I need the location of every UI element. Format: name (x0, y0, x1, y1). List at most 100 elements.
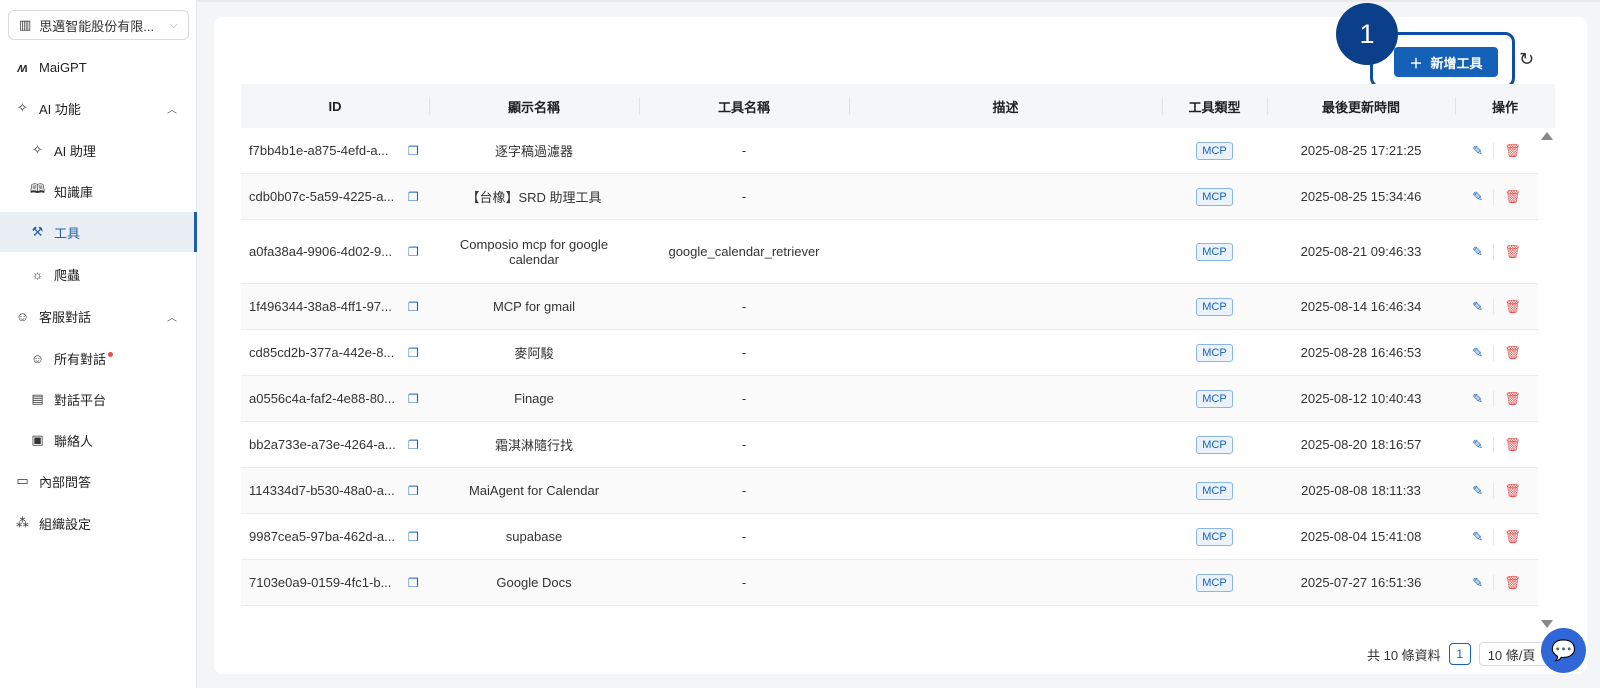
copy-icon[interactable]: ❐ (408, 144, 419, 158)
copy-icon[interactable]: ❐ (408, 190, 419, 204)
cell-description (849, 514, 1162, 559)
edit-icon[interactable]: ✎ (1462, 244, 1493, 260)
qa-icon: ▭ (16, 473, 29, 488)
copy-icon[interactable]: ❐ (408, 346, 419, 360)
nav-ai-assistant[interactable]: ✧ AI 助理 (0, 130, 197, 170)
copy-icon[interactable]: ❐ (408, 576, 419, 590)
nav-internal-qa[interactable]: ▭ 內部問答 (0, 461, 197, 501)
tool-type-badge: MCP (1196, 481, 1233, 500)
org-name: 思邁智能股份有限... (39, 18, 155, 34)
cell-description (849, 560, 1162, 605)
updated-time: 2025-08-04 15:41:08 (1300, 529, 1422, 544)
updated-time: 2025-08-12 10:40:43 (1300, 391, 1422, 406)
trash-icon[interactable]: 🗑 (1493, 344, 1531, 361)
total-count: 共 10 條資料 (1367, 647, 1441, 663)
tool-id: 7103e0a9-0159-4fc1-b... (249, 575, 392, 590)
table-row: 7103e0a9-0159-4fc1-b... ❐ Google Docs - MCP 2… (241, 560, 1538, 606)
sidebar: ▥ 思邁智能股份有限... ⌵ ʍ MaiGPT ✧ AI 功能 ︿ ✧ AI … (0, 0, 197, 688)
trash-icon[interactable]: 🗑 (1493, 298, 1531, 315)
trash-icon[interactable]: 🗑 (1493, 390, 1531, 407)
trash-icon[interactable]: 🗑 (1493, 188, 1531, 205)
cell-updated-time: 2025-08-20 18:16:57 (1267, 422, 1455, 467)
cell-tool-type: MCP (1162, 514, 1267, 559)
copy-icon[interactable]: ❐ (408, 438, 419, 452)
nav-tools[interactable]: ⚒ 工具 (0, 212, 197, 252)
edit-icon[interactable]: ✎ (1462, 437, 1493, 453)
updated-time: 2025-08-28 16:46:53 (1300, 345, 1422, 360)
cell-description (849, 220, 1162, 283)
nav-crawler[interactable]: ☼ 爬蟲 (0, 254, 197, 294)
nav-knowledge-base[interactable]: 🕮 知識庫 (0, 171, 197, 211)
org-select[interactable]: ▥ 思邁智能股份有限... ⌵ (8, 10, 189, 40)
display-name: 逐字稿過濾器 (494, 144, 573, 159)
nav-org-settings[interactable]: ⁂ 組織設定 (0, 503, 197, 543)
page-number-button[interactable]: 1 (1448, 643, 1471, 665)
cell-updated-time: 2025-08-14 16:46:34 (1267, 284, 1455, 329)
cell-actions: ✎ 🗑 (1455, 330, 1538, 375)
updated-time: 2025-08-21 09:46:33 (1300, 244, 1422, 259)
display-name: 麥阿駿 (514, 346, 554, 361)
edit-icon[interactable]: ✎ (1462, 391, 1493, 407)
edit-icon[interactable]: ✎ (1462, 483, 1493, 499)
tool-type-badge: MCP (1196, 527, 1233, 546)
edit-icon[interactable]: ✎ (1462, 143, 1493, 159)
cell-display-name: Google Docs (429, 560, 639, 605)
chat-support-button[interactable]: 💬 (1541, 628, 1586, 673)
copy-icon[interactable]: ❐ (408, 392, 419, 406)
chevron-down-icon: ⌵ (169, 18, 178, 31)
cell-tool-name: - (639, 514, 849, 559)
cell-id: 9987cea5-97ba-462d-a... ❐ (241, 514, 429, 559)
cell-tool-type: MCP (1162, 560, 1267, 605)
nav-all-conversations[interactable]: ☺ 所有對話 (0, 338, 197, 378)
edit-icon[interactable]: ✎ (1462, 299, 1493, 315)
copy-icon[interactable]: ❐ (408, 300, 419, 314)
nav-maigpt[interactable]: ʍ MaiGPT (0, 47, 197, 87)
cell-description (849, 330, 1162, 375)
nav-ai-features[interactable]: ✧ AI 功能 ︿ (0, 88, 197, 128)
nav-label: 內部問答 (39, 474, 92, 490)
trash-icon[interactable]: 🗑 (1493, 142, 1531, 159)
cell-id: 114334d7-b530-48a0-a... ❐ (241, 468, 429, 513)
trash-icon[interactable]: 🗑 (1493, 436, 1531, 453)
trash-icon[interactable]: 🗑 (1493, 528, 1531, 545)
scroll-up-arrow[interactable] (1541, 132, 1553, 140)
refresh-icon[interactable]: ↻ (1519, 49, 1534, 70)
cell-display-name: 逐字稿過濾器 (429, 128, 639, 173)
nav-label: MaiGPT (39, 59, 87, 75)
edit-icon[interactable]: ✎ (1462, 575, 1493, 591)
tool-id: cd85cd2b-377a-442e-8... (249, 345, 395, 360)
cell-updated-time: 2025-08-04 15:41:08 (1267, 514, 1455, 559)
display-name: MaiAgent for Calendar (468, 483, 600, 498)
top-divider (197, 0, 1600, 2)
nav-contacts[interactable]: ▣ 聯絡人 (0, 420, 197, 460)
pagination: 共 10 條資料 1 10 條/頁 (1367, 642, 1565, 666)
copy-icon[interactable]: ❐ (408, 530, 419, 544)
cell-updated-time: 2025-07-27 16:51:36 (1267, 560, 1455, 605)
cell-description (849, 468, 1162, 513)
cell-tool-type: MCP (1162, 174, 1267, 219)
trash-icon[interactable]: 🗑 (1493, 574, 1531, 591)
nav-conversation-platform[interactable]: ▤ 對話平台 (0, 379, 197, 419)
edit-icon[interactable]: ✎ (1462, 345, 1493, 361)
edit-icon[interactable]: ✎ (1462, 529, 1493, 545)
display-name: 霜淇淋隨行找 (494, 438, 573, 453)
nav-label: 對話平台 (54, 392, 107, 408)
nav-label: 客服對話 (39, 309, 92, 325)
scroll-down-arrow[interactable] (1541, 620, 1553, 628)
cell-description (849, 128, 1162, 173)
cell-updated-time: 2025-08-08 18:11:33 (1267, 468, 1455, 513)
trash-icon[interactable]: 🗑 (1493, 243, 1531, 260)
tool-type-badge: MCP (1196, 389, 1233, 408)
header-tool-name: 工具名稱 (639, 84, 849, 128)
cell-display-name: MCP for gmail (429, 284, 639, 329)
header-display-name: 顯示名稱 (429, 84, 639, 128)
cell-actions: ✎ 🗑 (1455, 284, 1538, 329)
edit-icon[interactable]: ✎ (1462, 189, 1493, 205)
nav-customer-service[interactable]: ☺ 客服對話 ︿ (0, 296, 197, 336)
copy-icon[interactable]: ❐ (408, 484, 419, 498)
copy-icon[interactable]: ❐ (408, 245, 419, 259)
chevron-up-icon: ︿ (167, 104, 177, 116)
tool-type-badge: MCP (1196, 343, 1233, 362)
trash-icon[interactable]: 🗑 (1493, 482, 1531, 499)
cell-tool-type: MCP (1162, 220, 1267, 283)
